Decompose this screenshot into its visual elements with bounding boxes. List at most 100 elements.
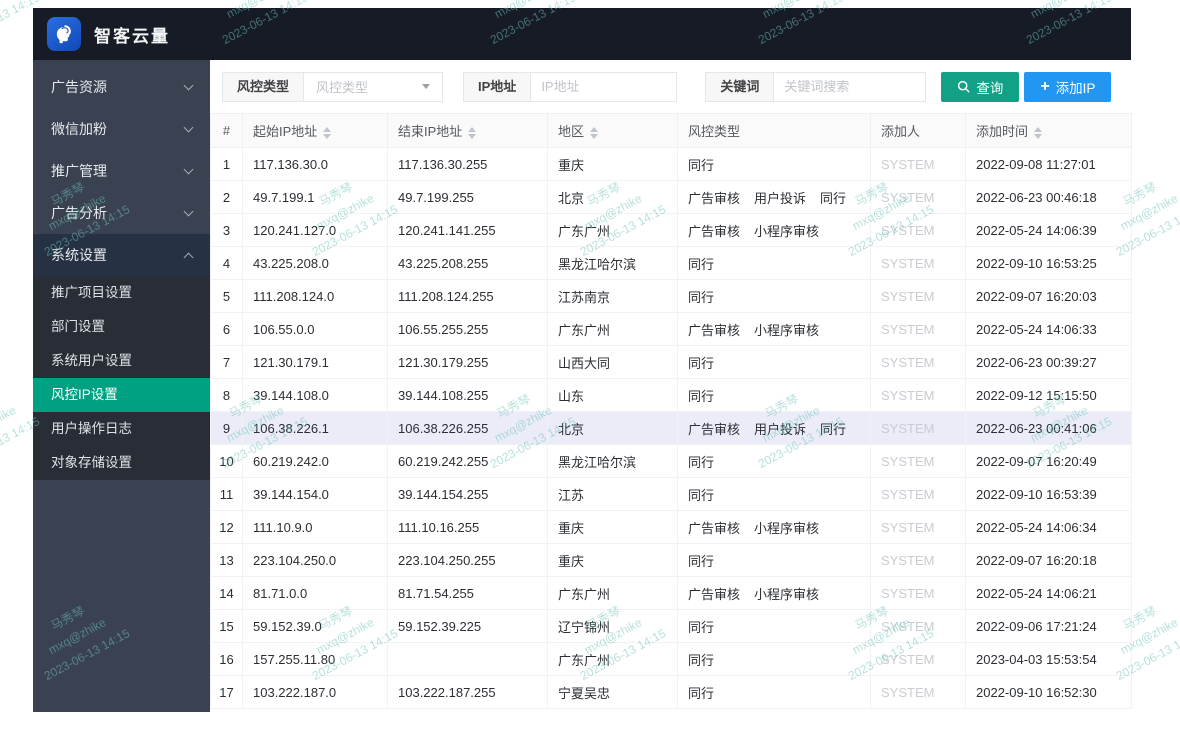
risk-type-select[interactable]: 风控类型	[303, 71, 444, 102]
cell-no: 14	[210, 576, 243, 610]
cell-region: 重庆	[547, 147, 678, 181]
table-row[interactable]: 17 103.222.187.0 103.222.187.255 宁夏吴忠 同行 SYST…	[210, 675, 1132, 709]
watermark-line: 马秀琴	[0, 0, 24, 14]
sidebar-item-5[interactable]: 系统设置	[33, 234, 210, 276]
table-row[interactable]: 15 59.152.39.0 59.152.39.225 辽宁锦州 同行 SYSTEM 20…	[210, 609, 1132, 643]
table-row[interactable]: 9 106.38.226.1 106.38.226.255 北京 广告审核 用户投诉 同行 S…	[210, 411, 1132, 445]
keyword-filter-group: 关键词	[705, 71, 927, 102]
app-logo-icon	[47, 17, 81, 51]
cell-no: 6	[210, 312, 243, 346]
cell-added-by: SYSTEM	[870, 510, 966, 544]
sort-asc-icon	[323, 126, 332, 132]
cell-risk-types: 同行	[677, 675, 871, 709]
cell-region: 北京	[547, 180, 678, 214]
table-row[interactable]: 11 39.144.154.0 39.144.154.255 江苏 同行 SYSTEM 20…	[210, 477, 1132, 511]
cell-end-ip: 43.225.208.255	[387, 246, 548, 280]
sidebar-item-label: 广告资源	[51, 79, 107, 95]
sidebar-item-3[interactable]: 推广管理	[33, 150, 210, 192]
cell-start-ip: 60.219.242.0	[242, 444, 388, 478]
risk-type-tag: 同行	[688, 619, 715, 635]
column-header-added_at[interactable]: 添加时间	[965, 113, 1132, 148]
submenu-item-3[interactable]: 系统用户设置	[33, 344, 210, 378]
table-row[interactable]: 14 81.71.0.0 81.71.54.255 广东广州 广告审核 小程序审核 SYST…	[210, 576, 1132, 610]
sort-desc-icon	[323, 133, 332, 139]
submenu-item-2[interactable]: 部门设置	[33, 310, 210, 344]
cell-end-ip: 103.222.187.255	[387, 675, 548, 709]
cell-no: 3	[210, 213, 243, 247]
cell-added-by: SYSTEM	[870, 378, 966, 412]
cell-start-ip: 81.71.0.0	[242, 576, 388, 610]
cell-region: 广东广州	[547, 642, 678, 676]
sort-desc-icon	[468, 133, 477, 139]
column-header-added_by: 添加人	[870, 113, 966, 148]
submenu-item-5[interactable]: 用户操作日志	[33, 412, 210, 446]
cell-region: 黑龙江哈尔滨	[547, 246, 678, 280]
cell-end-ip	[387, 642, 548, 676]
table-row[interactable]: 2 49.7.199.1 49.7.199.255 北京 广告审核 用户投诉 同行 SYSTE…	[210, 180, 1132, 214]
cell-added-by: SYSTEM	[870, 345, 966, 379]
add-ip-button[interactable]: + 添加IP	[1024, 71, 1112, 102]
main-content: 风控类型 风控类型 IP地址 关键词	[210, 60, 1132, 712]
cell-no: 12	[210, 510, 243, 544]
cell-added-at: 2022-09-10 16:52:30	[965, 675, 1132, 709]
watermark-line: 马秀琴	[0, 375, 24, 437]
table-row[interactable]: 6 106.55.0.0 106.55.255.255 广东广州 广告审核 小程序审核 SY…	[210, 312, 1132, 346]
table-row[interactable]: 3 120.241.127.0 120.241.141.255 广东广州 广告审核 小程序…	[210, 213, 1132, 247]
cell-no: 5	[210, 279, 243, 313]
table-row[interactable]: 1 117.136.30.0 117.136.30.255 重庆 同行 SYSTEM 202…	[210, 147, 1132, 181]
table-row[interactable]: 10 60.219.242.0 60.219.242.255 黑龙江哈尔滨 同行 SYST…	[210, 444, 1132, 478]
column-header-label: 风控类型	[688, 124, 741, 139]
cell-added-at: 2022-05-24 14:06:21	[965, 576, 1132, 610]
sidebar-item-1[interactable]: 广告资源	[33, 66, 210, 108]
table-row[interactable]: 7 121.30.179.1 121.30.179.255 山西大同 同行 SYSTEM 2…	[210, 345, 1132, 379]
table-row[interactable]: 4 43.225.208.0 43.225.208.255 黑龙江哈尔滨 同行 SYSTE…	[210, 246, 1132, 280]
cell-no: 9	[210, 411, 243, 445]
cell-region: 重庆	[547, 543, 678, 577]
cell-start-ip: 49.7.199.1	[242, 180, 388, 214]
cell-region: 广东广州	[547, 576, 678, 610]
sidebar-item-4[interactable]: 广告分析	[33, 192, 210, 234]
column-header-region[interactable]: 地区	[547, 113, 678, 148]
filter-bar: 风控类型 风控类型 IP地址 关键词	[210, 60, 1131, 113]
sidebar-item-label: 系统设置	[51, 247, 107, 263]
table-row[interactable]: 13 223.104.250.0 223.104.250.255 重庆 同行 SYSTEM…	[210, 543, 1132, 577]
table-row[interactable]: 5 111.208.124.0 111.208.124.255 江苏南京 同行 SYSTE…	[210, 279, 1132, 313]
risk-type-tag: 同行	[688, 157, 715, 173]
table-row[interactable]: 8 39.144.108.0 39.144.108.255 山东 同行 SYSTEM 202…	[210, 378, 1132, 412]
submenu-item-6[interactable]: 对象存储设置	[33, 446, 210, 480]
cell-added-at: 2023-04-03 15:53:54	[965, 642, 1132, 676]
risk-ip-table: # 起始IP地址 结束IP地址 地区 风控类型 添加人 添加时间 1 117.136.30.0…	[210, 113, 1132, 709]
sidebar-item-label: 微信加粉	[51, 121, 107, 137]
cell-end-ip: 49.7.199.255	[387, 180, 548, 214]
cell-added-at: 2022-05-24 14:06:39	[965, 213, 1132, 247]
sidebar-item-2[interactable]: 微信加粉	[33, 108, 210, 150]
cell-start-ip: 111.10.9.0	[242, 510, 388, 544]
column-header-label: 起始IP地址	[253, 124, 318, 139]
table-row[interactable]: 16 157.255.11.80 广东广州 同行 SYSTEM 2023-04-03 15…	[210, 642, 1132, 676]
cell-region: 宁夏吴忠	[547, 675, 678, 709]
cell-risk-types: 同行	[677, 609, 871, 643]
cell-added-by: SYSTEM	[870, 180, 966, 214]
submenu-item-4[interactable]: 风控IP设置	[33, 378, 210, 412]
sort-desc-icon	[1034, 133, 1043, 139]
submenu-item-1[interactable]: 推广项目设置	[33, 276, 210, 310]
column-header-end_ip[interactable]: 结束IP地址	[387, 113, 548, 148]
cell-added-by: SYSTEM	[870, 543, 966, 577]
risk-type-tag: 用户投诉	[754, 190, 807, 206]
ip-input[interactable]	[530, 71, 678, 102]
sidebar-item-label: 广告分析	[51, 205, 107, 221]
column-header-start_ip[interactable]: 起始IP地址	[242, 113, 388, 148]
table-row[interactable]: 12 111.10.9.0 111.10.16.255 重庆 广告审核 小程序审核 SYST…	[210, 510, 1132, 544]
cell-risk-types: 同行	[677, 543, 871, 577]
cell-risk-types: 广告审核 用户投诉 同行	[677, 411, 871, 445]
chevron-down-icon	[183, 164, 194, 175]
search-button[interactable]: 查询	[941, 71, 1020, 102]
sidebar-item-label: 推广管理	[51, 163, 107, 179]
risk-type-select-placeholder: 风控类型	[316, 80, 369, 95]
page: 智客云量 广告资源 微信加粉 推广管理 广告分析 系统设置 推广项目设置 部门设置 系统用户设…	[0, 0, 1180, 729]
risk-type-tag: 广告审核	[688, 322, 741, 338]
risk-type-tag: 广告审核	[688, 223, 741, 239]
chevron-down-icon	[183, 206, 194, 217]
cell-no: 16	[210, 642, 243, 676]
keyword-input[interactable]	[773, 71, 927, 102]
